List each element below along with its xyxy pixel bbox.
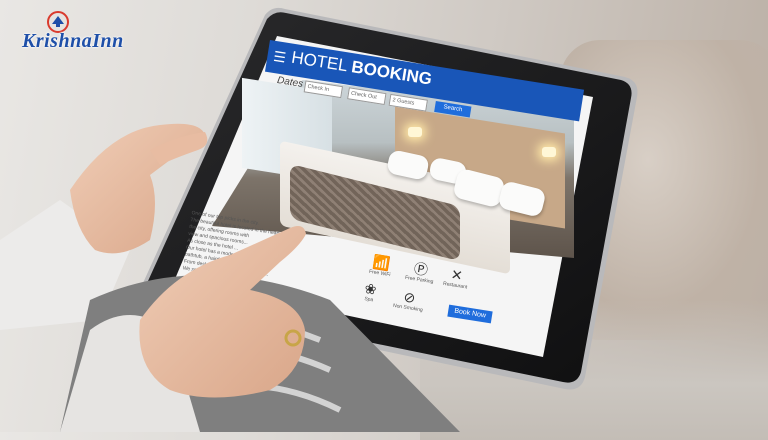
hands-holding-tablet	[0, 123, 460, 432]
